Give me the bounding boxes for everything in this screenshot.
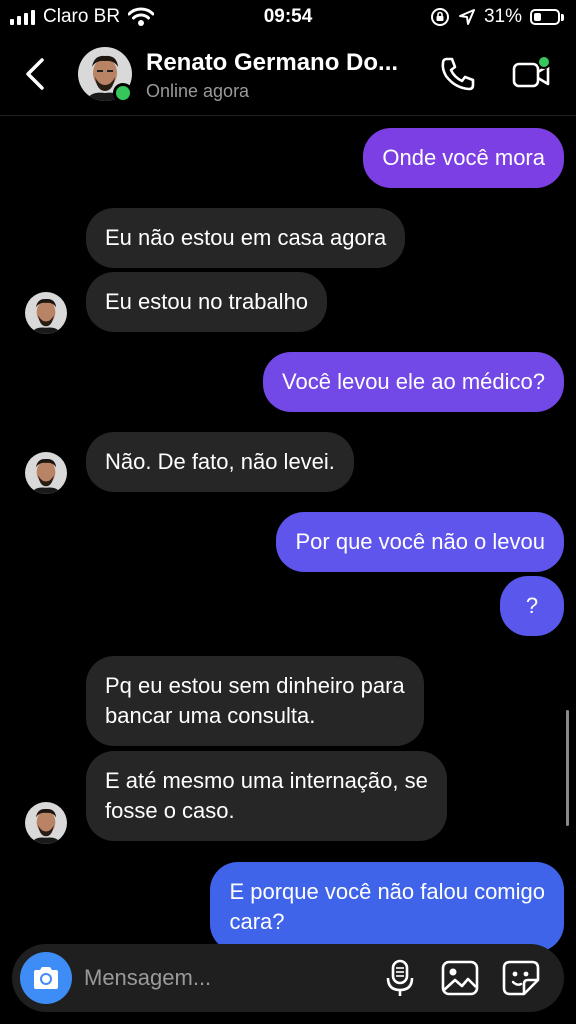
battery-fill	[534, 13, 541, 21]
sender-photo	[25, 292, 67, 334]
sender-avatar[interactable]	[25, 292, 67, 334]
message-thread[interactable]: Onde você mora Eu não estou em casa agor…	[0, 117, 576, 1024]
online-indicator	[113, 83, 133, 103]
status-bar: Claro BR 09:54 31%	[0, 0, 576, 34]
camera-button[interactable]	[20, 952, 72, 1004]
message-bubble-incoming[interactable]: Não. De fato, não levei.	[86, 432, 354, 492]
microphone-icon	[386, 959, 414, 996]
message-bubble-outgoing[interactable]: ?	[500, 576, 564, 636]
voice-message-button[interactable]	[384, 958, 416, 998]
status-right: 31%	[430, 6, 564, 28]
contact-name[interactable]: Renato Germano Do...	[146, 49, 398, 77]
message-bubble-outgoing[interactable]: Onde você mora	[363, 128, 564, 188]
contact-status: Online agora	[146, 81, 250, 101]
video-camera-icon	[512, 55, 551, 88]
message-bubble-incoming[interactable]: Pq eu estou sem dinheiro para bancar uma…	[86, 656, 424, 746]
back-button[interactable]	[20, 54, 56, 94]
orientation-lock-icon	[430, 8, 449, 26]
gallery-button[interactable]	[440, 958, 480, 998]
battery-percent: 31%	[483, 6, 522, 27]
sender-avatar[interactable]	[25, 802, 67, 844]
chat-header: Renato Germano Do... Online agora	[0, 34, 576, 116]
sender-photo	[25, 802, 67, 844]
message-input[interactable]	[84, 958, 374, 998]
phone-icon	[441, 57, 475, 91]
video-call-button[interactable]	[510, 54, 556, 94]
sticker-icon	[502, 960, 540, 996]
battery-icon	[530, 9, 564, 25]
voice-call-button[interactable]	[438, 54, 478, 94]
location-arrow-icon	[458, 9, 475, 25]
chevron-left-icon	[26, 58, 44, 90]
sender-avatar[interactable]	[25, 452, 67, 494]
message-composer	[12, 944, 564, 1012]
message-bubble-outgoing[interactable]: E porque você não falou comigo cara?	[210, 862, 564, 952]
sticker-button[interactable]	[500, 958, 542, 998]
message-bubble-incoming[interactable]: Eu não estou em casa agora	[86, 208, 406, 268]
message-bubble-incoming[interactable]: Eu estou no trabalho	[86, 272, 328, 332]
camera-icon	[34, 967, 58, 989]
image-icon	[441, 960, 479, 996]
sender-photo	[25, 452, 67, 494]
message-bubble-outgoing[interactable]: Você levou ele ao médico?	[263, 352, 564, 412]
message-bubble-outgoing[interactable]: Por que você não o levou	[276, 512, 564, 572]
message-bubble-incoming[interactable]: E até mesmo uma internação, se fosse o c…	[86, 751, 447, 841]
scroll-indicator[interactable]	[566, 710, 569, 826]
